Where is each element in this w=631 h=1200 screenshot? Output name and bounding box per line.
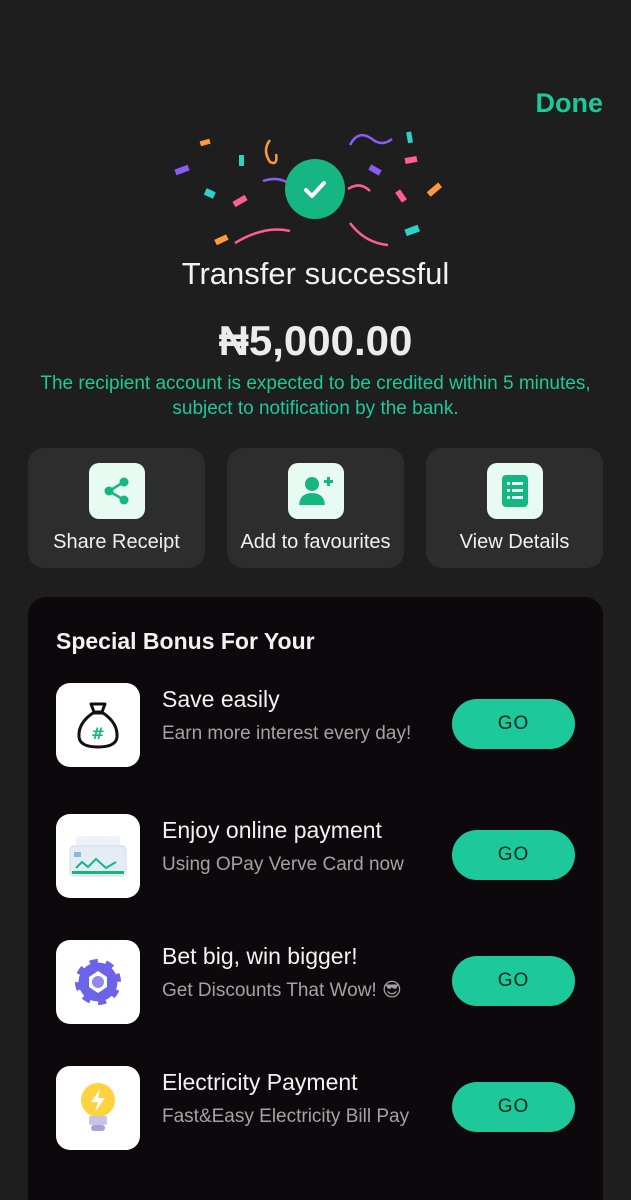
bonus-item-desc: Get Discounts That Wow! 😎	[162, 980, 402, 1001]
bonus-item-name: Enjoy online payment	[162, 817, 382, 843]
status-title: Transfer successful	[181, 256, 450, 291]
view-details-label: View Details	[459, 531, 570, 553]
bonus-item-desc: Using OPay Verve Card now	[162, 854, 404, 875]
view-details-button[interactable]: View Details	[426, 448, 603, 568]
add-to-favourites-label: Add to favourites	[240, 531, 391, 553]
svg-text:#: #	[91, 724, 104, 743]
bonus-item-name: Save easily	[162, 686, 280, 712]
bonus-item-name: Electricity Payment	[162, 1069, 358, 1095]
share-icon	[88, 463, 145, 519]
share-receipt-label: Share Receipt	[53, 531, 180, 553]
special-bonus-panel: Special Bonus For Your # Save easily Ear…	[28, 597, 603, 1200]
money-bag-icon: #	[56, 683, 140, 767]
transfer-amount: ₦5,000.00	[218, 317, 413, 364]
confetti-celebration	[165, 125, 465, 255]
chip-icon	[56, 940, 140, 1024]
go-button-bet-big[interactable]: GO	[452, 956, 575, 1006]
go-button-electricity[interactable]: GO	[452, 1082, 575, 1132]
bonus-item-desc: Earn more interest every day!	[162, 723, 412, 744]
go-button-save-easily[interactable]: GO	[452, 699, 575, 749]
lightbulb-icon	[56, 1066, 140, 1150]
bonus-item-bet-big: Bet big, win bigger! Get Discounts That …	[28, 940, 603, 1030]
bonus-item-online-payment: Enjoy online payment Using OPay Verve Ca…	[28, 814, 603, 904]
credit-notice: The recipient account is expected to be …	[40, 373, 591, 419]
bonus-item-save-easily: # Save easily Earn more interest every d…	[28, 683, 603, 773]
add-to-favourites-button[interactable]: Add to favourites	[227, 448, 404, 568]
share-receipt-button[interactable]: Share Receipt	[28, 448, 205, 568]
done-button[interactable]: Done	[536, 88, 604, 119]
action-row: Share Receipt Add to favourites View Det…	[28, 448, 603, 568]
bonus-item-desc: Fast&Easy Electricity Bill Pay	[162, 1106, 410, 1127]
bonus-item-electricity: Electricity Payment Fast&Easy Electricit…	[28, 1066, 603, 1156]
card-icon	[56, 814, 140, 898]
add-user-icon	[287, 463, 344, 519]
go-button-online-payment[interactable]: GO	[452, 830, 575, 880]
bonus-title: Special Bonus For Your	[56, 628, 315, 654]
success-check-icon	[285, 159, 345, 219]
document-list-icon	[486, 463, 543, 519]
bonus-item-name: Bet big, win bigger!	[162, 943, 358, 969]
transfer-success-screen: Done Transfer successful ₦5,000.00 The r…	[0, 0, 631, 1200]
